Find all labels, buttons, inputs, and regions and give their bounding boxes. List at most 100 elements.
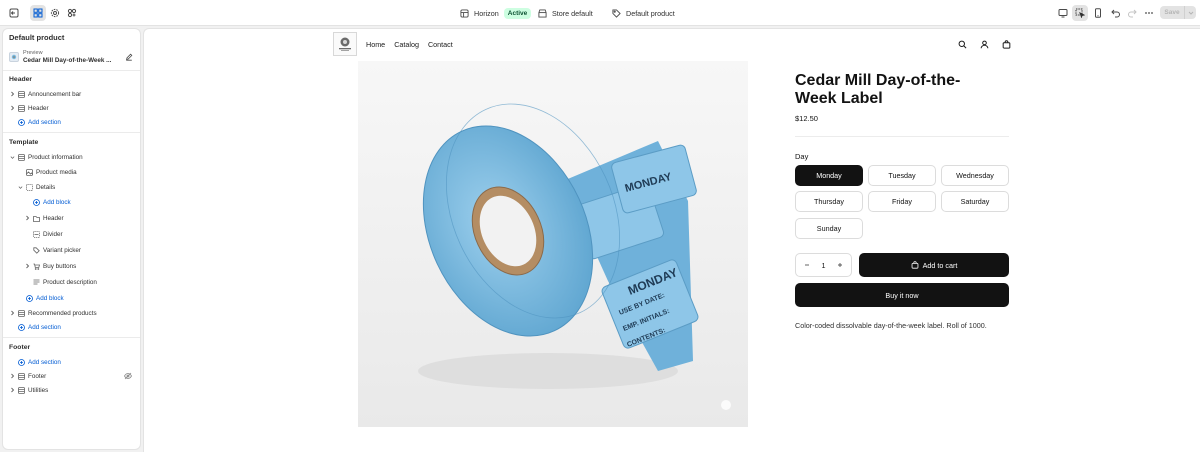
sections-icon[interactable] — [30, 5, 46, 21]
desktop-icon[interactable] — [1055, 5, 1071, 21]
add-block-label: Add block — [43, 198, 71, 206]
section-icon — [18, 90, 25, 98]
chevron-down-icon[interactable] — [10, 154, 15, 161]
preview-selector[interactable]: Preview Cedar Mill Day-of-the-Week ... — [9, 49, 137, 65]
settings-icon[interactable] — [47, 5, 63, 21]
plus-circle-icon — [26, 294, 33, 302]
more-icon[interactable] — [1141, 5, 1157, 21]
block-label: Product description — [43, 278, 97, 286]
section-product-information[interactable]: Product information — [10, 151, 83, 163]
preview-product-name: Cedar Mill Day-of-the-Week ... — [23, 56, 112, 64]
variant-friday[interactable]: Friday — [868, 191, 936, 212]
main-nav: Home Catalog Contact — [366, 40, 453, 50]
quantity-value[interactable]: 1 — [822, 261, 826, 270]
chevron-right-icon[interactable] — [10, 373, 15, 380]
block-buy-buttons[interactable]: Buy buttons — [25, 260, 76, 272]
undo-icon[interactable] — [1108, 5, 1124, 21]
block-variant-picker[interactable]: Variant picker — [33, 244, 81, 256]
edit-icon[interactable] — [125, 53, 133, 61]
inspector-icon[interactable] — [1072, 5, 1088, 21]
chevron-right-icon[interactable] — [10, 387, 15, 394]
theme-selector[interactable]: Horizon Active — [460, 6, 532, 20]
header-icons — [957, 39, 1011, 49]
variant-saturday[interactable]: Saturday — [941, 191, 1009, 212]
nav-link-home[interactable]: Home — [366, 40, 385, 50]
store-icon — [538, 8, 547, 18]
image-icon — [26, 168, 33, 176]
variant-tuesday[interactable]: Tuesday — [868, 165, 936, 186]
block-product-media[interactable]: Product media — [26, 166, 77, 178]
section-utilities[interactable]: Utilities — [10, 384, 48, 396]
nav-link-contact[interactable]: Contact — [428, 40, 453, 50]
section-label: Header — [28, 104, 49, 112]
store-selector[interactable]: Store default — [538, 6, 593, 20]
divider — [795, 136, 1009, 137]
variant-sunday[interactable]: Sunday — [795, 218, 863, 239]
section-announcement-bar[interactable]: Announcement bar — [10, 88, 81, 100]
account-icon[interactable] — [979, 39, 989, 49]
template-selector[interactable]: Default product — [612, 6, 675, 20]
add-section-button[interactable]: Add section — [18, 321, 61, 333]
plus-circle-icon — [18, 118, 25, 126]
search-icon[interactable] — [957, 39, 967, 49]
sidebar: Default product Preview Cedar Mill Day-o… — [2, 28, 141, 450]
add-block-button[interactable]: Add block — [33, 196, 71, 208]
section-recommended-products[interactable]: Recommended products — [10, 307, 97, 319]
variant-monday[interactable]: Monday — [795, 165, 863, 186]
option-label: Day — [795, 152, 809, 161]
product-image[interactable]: MONDAY MONDAY USE BY DATE: EMP. INITIALS… — [358, 61, 748, 427]
footer-group-heading: Footer — [9, 344, 31, 351]
group-icon — [26, 183, 33, 191]
add-block-button[interactable]: Add block — [26, 292, 64, 304]
chevron-right-icon[interactable] — [10, 310, 15, 317]
store-logo[interactable] — [333, 32, 357, 56]
exit-icon[interactable] — [6, 5, 22, 21]
minus-icon[interactable] — [802, 262, 812, 268]
chevron-right-icon[interactable] — [10, 105, 15, 112]
divider-icon — [33, 230, 40, 238]
eye-off-icon[interactable] — [124, 372, 132, 380]
add-section-button[interactable]: Add section — [18, 356, 61, 368]
folder-icon — [33, 215, 40, 222]
variant-wednesday[interactable]: Wednesday — [941, 165, 1009, 186]
plus-circle-icon — [18, 323, 25, 331]
template-group-heading: Template — [9, 139, 39, 146]
buy-now-button[interactable]: Buy it now — [795, 283, 1009, 307]
chevron-down-icon[interactable] — [18, 184, 23, 191]
block-header[interactable]: Header — [25, 212, 64, 224]
plus-circle-icon — [18, 358, 25, 366]
block-label: Product media — [36, 168, 77, 176]
mobile-icon[interactable] — [1090, 5, 1106, 21]
section-label: Announcement bar — [28, 90, 82, 98]
redo-icon[interactable] — [1124, 5, 1140, 21]
section-footer[interactable]: Footer — [10, 370, 46, 382]
add-section-button[interactable]: Add section — [18, 116, 61, 128]
cart-icon[interactable] — [1001, 39, 1011, 49]
section-icon — [18, 386, 25, 394]
apps-icon[interactable] — [64, 5, 80, 21]
block-label: Divider — [43, 230, 63, 238]
block-details[interactable]: Details — [18, 181, 55, 193]
text-icon — [33, 279, 40, 286]
preview-thumbnail — [9, 52, 19, 62]
plus-icon[interactable] — [835, 262, 845, 268]
product-price: $12.50 — [795, 114, 818, 123]
variant-thursday[interactable]: Thursday — [795, 191, 863, 212]
nav-link-catalog[interactable]: Catalog — [394, 40, 419, 50]
add-block-label: Add block — [36, 294, 64, 302]
add-to-cart-button[interactable]: Add to cart — [859, 253, 1009, 277]
status-badge: Active — [503, 7, 532, 19]
quantity-stepper: 1 — [795, 253, 852, 277]
chevron-right-icon[interactable] — [10, 91, 15, 98]
section-icon — [18, 153, 25, 161]
add-section-label: Add section — [28, 358, 61, 366]
section-header[interactable]: Header — [10, 102, 49, 114]
block-product-description[interactable]: Product description — [33, 276, 97, 288]
block-divider[interactable]: Divider — [33, 228, 63, 240]
section-label: Footer — [28, 372, 47, 380]
chevron-down-icon[interactable] — [1184, 6, 1196, 19]
chevron-right-icon[interactable] — [25, 215, 30, 222]
chevron-right-icon[interactable] — [25, 263, 30, 270]
section-icon — [18, 309, 25, 317]
save-button[interactable]: Save — [1160, 6, 1184, 19]
